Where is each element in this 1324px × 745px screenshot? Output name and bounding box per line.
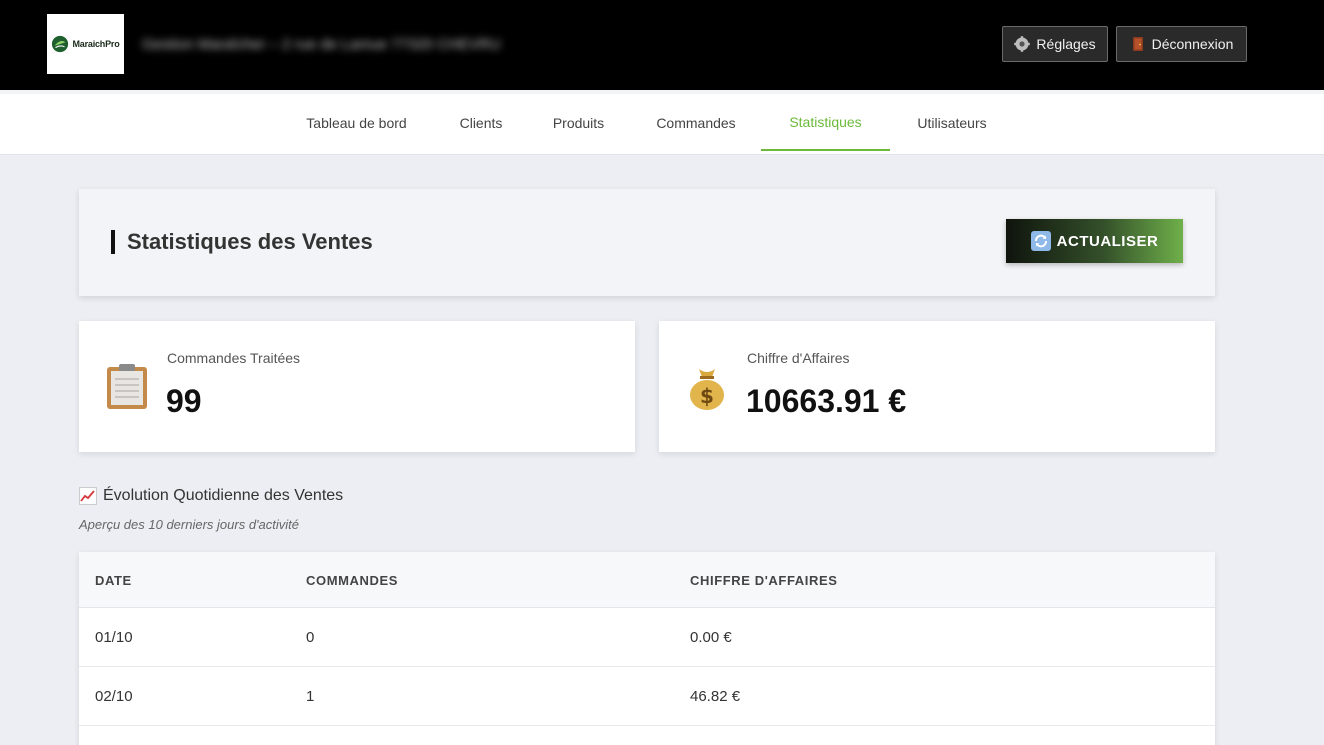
cell-date: 01/10 xyxy=(95,629,133,646)
revenue-stat-value: 10663.91 € xyxy=(746,383,907,419)
money-bag-icon: $ xyxy=(690,369,724,410)
leaf-logo-icon xyxy=(52,35,69,53)
revenue-stat-card: $ Chiffre d'Affaires 10663.91 € xyxy=(659,321,1215,452)
orders-stat-value: 99 xyxy=(166,383,202,419)
gear-icon xyxy=(1014,36,1031,52)
logout-button[interactable]: Déconnexion xyxy=(1116,26,1247,62)
refresh-label: ACTUALISER xyxy=(1056,232,1159,250)
logo-text: MaraichPro xyxy=(72,39,120,49)
column-header-revenue: CHIFFRE D'AFFAIRES xyxy=(690,573,838,588)
table-row: 02/10 1 46.82 € xyxy=(79,667,1215,726)
cell-orders: 0 xyxy=(306,629,315,646)
clipboard-icon xyxy=(107,364,147,409)
section-title: Évolution Quotidienne des Ventes xyxy=(79,487,343,505)
nav-item-clients[interactable]: Clients xyxy=(440,94,522,151)
settings-label: Réglages xyxy=(1036,36,1096,52)
nav-item-statistics[interactable]: Statistiques xyxy=(761,94,890,151)
cell-revenue: 0.00 € xyxy=(690,629,732,646)
settings-button[interactable]: Réglages xyxy=(1002,26,1108,62)
column-header-orders: COMMANDES xyxy=(306,573,399,588)
refresh-button[interactable]: ACTUALISER xyxy=(1006,219,1183,263)
main-nav: Tableau de bord Clients Produits Command… xyxy=(0,90,1324,155)
cell-revenue: 46.82 € xyxy=(690,688,741,705)
nav-item-products[interactable]: Produits xyxy=(533,94,624,151)
logout-label: Déconnexion xyxy=(1151,36,1234,52)
revenue-stat-label: Chiffre d'Affaires xyxy=(747,350,850,366)
section-title-text: Évolution Quotidienne des Ventes xyxy=(103,487,344,504)
orders-stat-label: Commandes Traitées xyxy=(167,350,301,366)
chart-increasing-icon xyxy=(79,487,97,505)
section-subtitle: Aperçu des 10 derniers jours d'activité xyxy=(79,517,299,532)
cell-orders: 1 xyxy=(306,688,315,705)
top-header: MaraichPro Gestion Maraîcher – 2 rue de … xyxy=(0,0,1324,90)
orders-stat-card: Commandes Traitées 99 xyxy=(79,321,635,452)
table-row: 01/10 0 0.00 € xyxy=(79,608,1215,667)
nav-item-users[interactable]: Utilisateurs xyxy=(896,94,1008,151)
daily-sales-table: DATE COMMANDES CHIFFRE D'AFFAIRES 01/10 … xyxy=(79,552,1215,745)
page-header-card: Statistiques des Ventes ACTUALISER xyxy=(79,189,1215,296)
column-header-date: DATE xyxy=(95,573,132,588)
nav-item-orders[interactable]: Commandes xyxy=(636,94,756,151)
cell-date: 02/10 xyxy=(95,688,133,705)
refresh-icon xyxy=(1030,231,1051,251)
title-accent-bar xyxy=(111,230,115,254)
page-title: Statistiques des Ventes xyxy=(127,229,373,254)
nav-item-dashboard[interactable]: Tableau de bord xyxy=(285,94,428,151)
door-icon xyxy=(1132,37,1143,51)
app-logo[interactable]: MaraichPro xyxy=(47,14,124,74)
table-header: DATE COMMANDES CHIFFRE D'AFFAIRES xyxy=(79,552,1215,608)
svg-text:$: $ xyxy=(700,384,714,408)
organization-name: Gestion Maraîcher – 2 rue de Lamue 77320… xyxy=(142,36,501,53)
